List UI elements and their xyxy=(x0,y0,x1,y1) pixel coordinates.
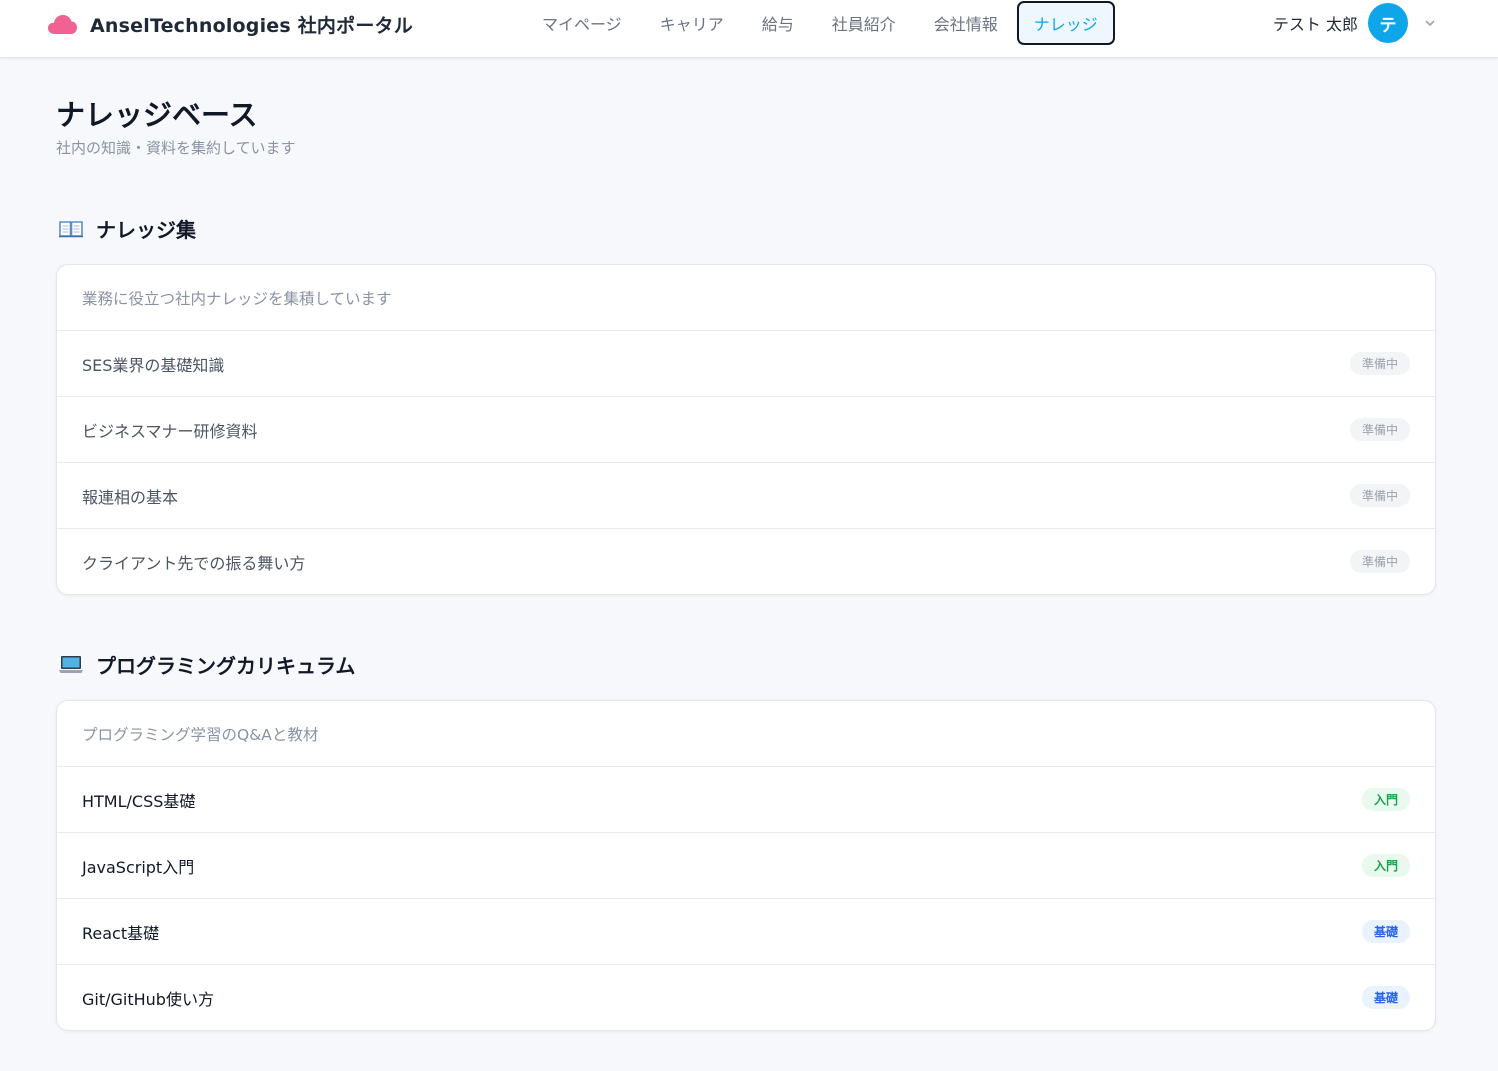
knowledge-card: 業務に役立つ社内ナレッジを集積しています SES業界の基礎知識 準備中 ビジネス… xyxy=(56,264,1436,595)
section-description: プログラミング学習のQ&Aと教材 xyxy=(57,701,1435,767)
brand[interactable]: AnselTechnologies 社内ポータル xyxy=(47,10,413,38)
nav-item-mypage[interactable]: マイページ xyxy=(523,1,641,45)
list-item[interactable]: 報連相の基本 準備中 xyxy=(57,463,1435,529)
avatar[interactable]: テ xyxy=(1368,3,1408,43)
nav-item-knowledge[interactable]: ナレッジ xyxy=(1016,1,1115,45)
section-title: ナレッジ集 xyxy=(96,217,196,242)
page-title: ナレッジベース xyxy=(56,98,258,132)
list-item[interactable]: JavaScript入門 入門 xyxy=(57,833,1435,899)
main-nav: マイページ キャリア 給与 社員紹介 会社情報 ナレッジ xyxy=(523,1,1115,45)
list-item[interactable]: React基礎 基礎 xyxy=(57,899,1435,965)
section-heading-knowledge: ナレッジ集 xyxy=(58,213,196,243)
list-item-label: Git/GitHub使い方 xyxy=(82,989,214,1009)
level-badge: 基礎 xyxy=(1361,920,1410,943)
list-item-label: JavaScript入門 xyxy=(82,857,195,877)
nav-item-label: 社員紹介 xyxy=(831,15,896,34)
list-item-label: SES業界の基礎知識 xyxy=(82,355,225,375)
nav-item-company[interactable]: 会社情報 xyxy=(915,1,1017,45)
cloud-icon xyxy=(48,15,77,34)
top-navbar: AnselTechnologies 社内ポータル マイページ キャリア 給与 社… xyxy=(0,0,1498,58)
list-item-label: React基礎 xyxy=(82,923,160,943)
list-item[interactable]: HTML/CSS基礎 入門 xyxy=(57,767,1435,833)
chevron-down-icon[interactable] xyxy=(1424,17,1436,29)
status-badge: 準備中 xyxy=(1349,352,1410,375)
list-item-label: HTML/CSS基礎 xyxy=(82,791,196,811)
level-badge: 入門 xyxy=(1361,788,1410,811)
user-menu[interactable]: テスト 太郎 テ xyxy=(1273,3,1436,43)
nav-item-label: ナレッジ xyxy=(1033,15,1098,34)
user-name: テスト 太郎 xyxy=(1272,15,1358,34)
nav-item-salary[interactable]: 給与 xyxy=(743,1,813,45)
page-subtitle: 社内の知識・資料を集約しています xyxy=(56,139,296,157)
nav-item-label: マイページ xyxy=(542,15,622,34)
status-badge: 準備中 xyxy=(1349,550,1410,573)
list-item[interactable]: ビジネスマナー研修資料 準備中 xyxy=(57,397,1435,463)
level-badge: 入門 xyxy=(1361,854,1410,877)
section-description: 業務に役立つ社内ナレッジを集積しています xyxy=(57,265,1435,331)
nav-item-employees[interactable]: 社員紹介 xyxy=(813,1,915,45)
brand-title: AnselTechnologies 社内ポータル xyxy=(90,14,413,37)
nav-item-label: 会社情報 xyxy=(933,15,998,34)
list-item[interactable]: クライアント先での振る舞い方 準備中 xyxy=(57,529,1435,594)
open-book-icon xyxy=(59,221,83,238)
list-item-label: ビジネスマナー研修資料 xyxy=(82,421,258,441)
list-item[interactable]: Git/GitHub使い方 基礎 xyxy=(57,965,1435,1030)
nav-item-career[interactable]: キャリア xyxy=(641,1,743,45)
list-item-label: 報連相の基本 xyxy=(82,487,179,507)
nav-item-label: キャリア xyxy=(659,15,724,34)
level-badge: 基礎 xyxy=(1361,986,1410,1009)
section-heading-programming: プログラミングカリキュラム xyxy=(58,649,355,679)
section-title: プログラミングカリキュラム xyxy=(96,653,356,678)
list-item-label: クライアント先での振る舞い方 xyxy=(82,553,306,573)
laptop-icon xyxy=(59,656,83,673)
nav-item-label: 給与 xyxy=(761,15,794,34)
programming-card: プログラミング学習のQ&Aと教材 HTML/CSS基礎 入門 JavaScrip… xyxy=(56,700,1436,1031)
status-badge: 準備中 xyxy=(1349,484,1410,507)
status-badge: 準備中 xyxy=(1349,418,1410,441)
list-item[interactable]: SES業界の基礎知識 準備中 xyxy=(57,331,1435,397)
